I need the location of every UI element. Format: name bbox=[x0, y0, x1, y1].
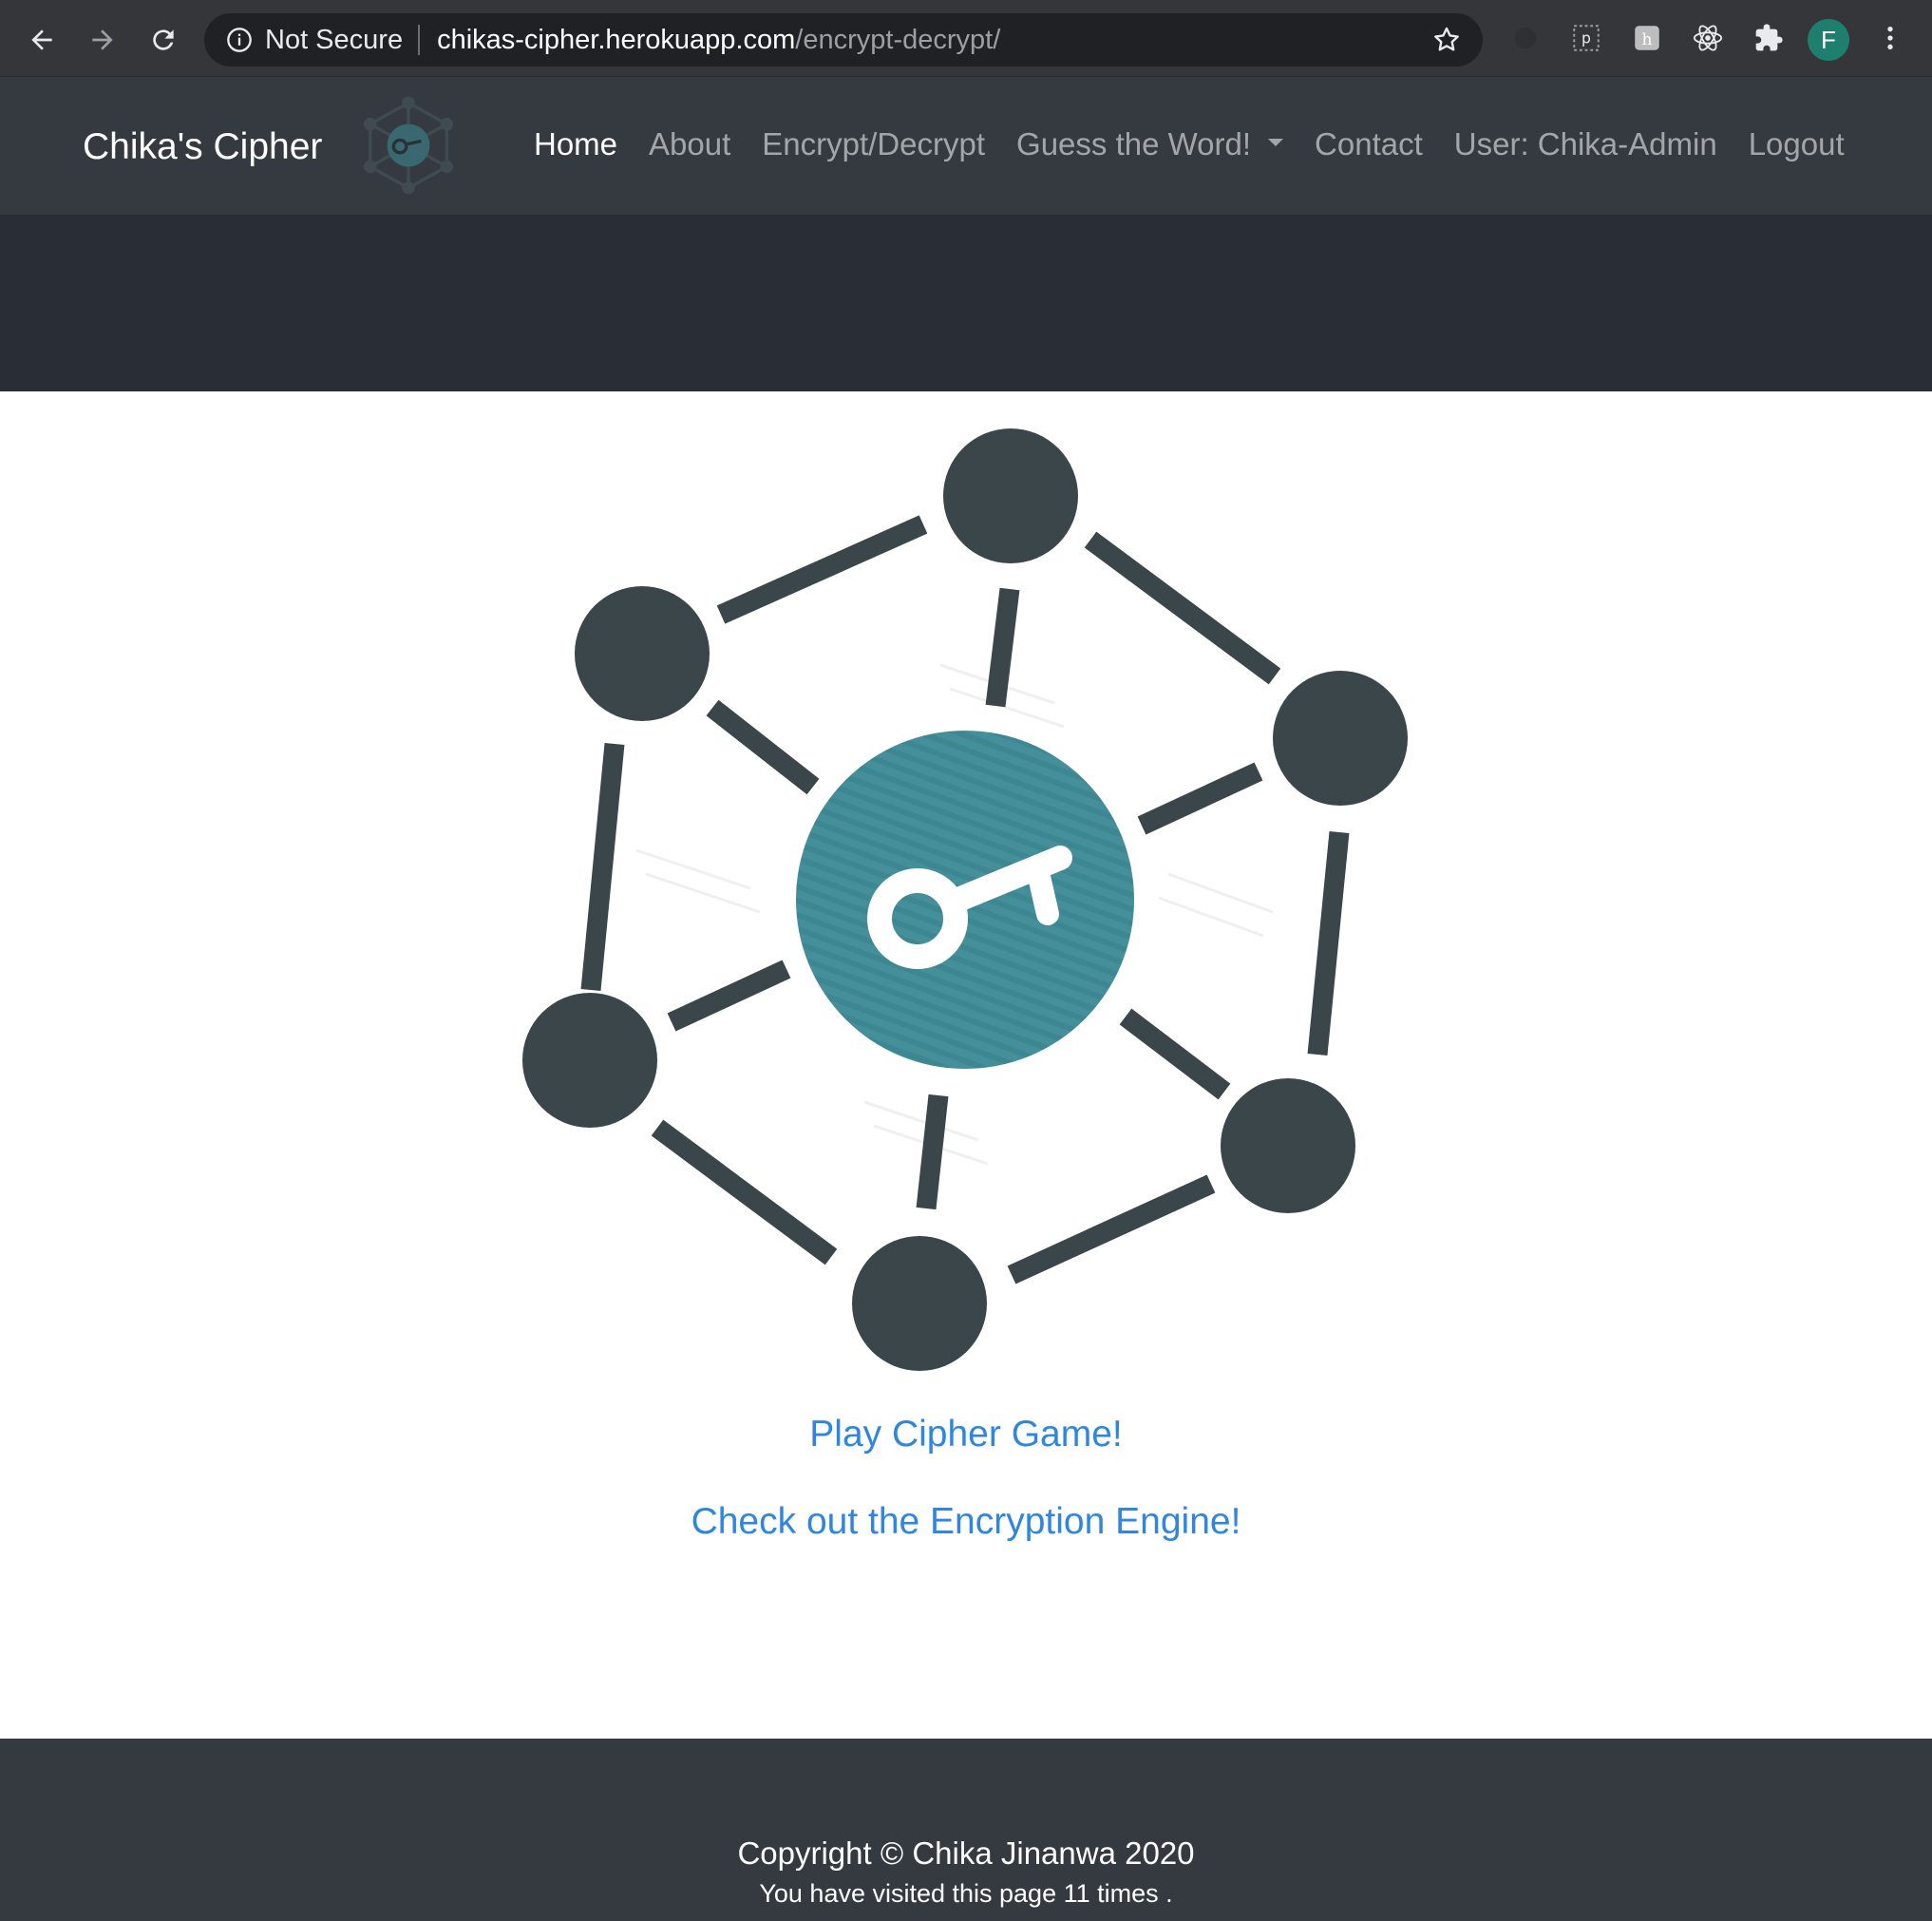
puzzle-icon[interactable] bbox=[1750, 19, 1788, 57]
address-bar[interactable]: Not Secure chikas-cipher.herokuapp.com/e… bbox=[204, 13, 1483, 67]
cipher-logo-icon bbox=[503, 409, 1425, 1378]
nav-user[interactable]: User: Chika-Admin bbox=[1454, 126, 1717, 162]
nav-guess-the-word[interactable]: Guess the Word! bbox=[1016, 126, 1284, 162]
brand-name[interactable]: Chika's Cipher bbox=[83, 126, 322, 168]
chevron-down-icon bbox=[1268, 139, 1284, 147]
encryption-engine-link[interactable]: Check out the Encryption Engine! bbox=[0, 1501, 1932, 1543]
svg-text:p: p bbox=[1582, 30, 1591, 48]
nav-guess-label: Guess the Word! bbox=[1016, 126, 1252, 162]
play-game-link[interactable]: Play Cipher Game! bbox=[0, 1414, 1932, 1455]
browser-toolbar: Not Secure chikas-cipher.herokuapp.com/e… bbox=[0, 0, 1932, 77]
copyright-text: Copyright © Chika Jinanwa 2020 bbox=[737, 1835, 1195, 1871]
info-icon[interactable] bbox=[225, 26, 254, 54]
nav-contact[interactable]: Contact bbox=[1315, 126, 1423, 162]
url-path: /encrypt-decrypt/ bbox=[795, 24, 1001, 55]
site-navbar: Chika's Cipher Home About Encrypt/Decryp… bbox=[0, 77, 1932, 215]
profile-avatar[interactable]: F bbox=[1808, 19, 1849, 61]
extension-icon[interactable]: h bbox=[1628, 19, 1666, 57]
security-label: Not Secure bbox=[265, 24, 404, 55]
brand-logo-icon[interactable] bbox=[355, 92, 462, 199]
star-icon[interactable] bbox=[1431, 25, 1462, 55]
url-host: chikas-cipher.herokuapp.com bbox=[437, 24, 796, 55]
react-icon[interactable] bbox=[1689, 19, 1727, 57]
extension-icon[interactable]: p bbox=[1567, 19, 1605, 57]
extension-icon[interactable] bbox=[1506, 19, 1544, 57]
visit-counter: You have visited this page 11 times . bbox=[759, 1879, 1173, 1908]
divider bbox=[418, 25, 421, 55]
menu-dots-icon[interactable] bbox=[1871, 19, 1909, 57]
back-arrow-icon[interactable] bbox=[19, 17, 65, 63]
nav-encrypt-decrypt[interactable]: Encrypt/Decrypt bbox=[762, 126, 985, 162]
forward-arrow-icon[interactable] bbox=[80, 17, 125, 63]
nav-about[interactable]: About bbox=[649, 126, 730, 162]
nav-home[interactable]: Home bbox=[534, 126, 617, 162]
reload-icon[interactable] bbox=[141, 17, 186, 63]
header-banner bbox=[0, 215, 1932, 391]
nav-logout[interactable]: Logout bbox=[1749, 126, 1845, 162]
svg-text:h: h bbox=[1642, 30, 1653, 49]
nav-links: Home About Encrypt/Decrypt Guess the Wor… bbox=[534, 126, 1876, 162]
